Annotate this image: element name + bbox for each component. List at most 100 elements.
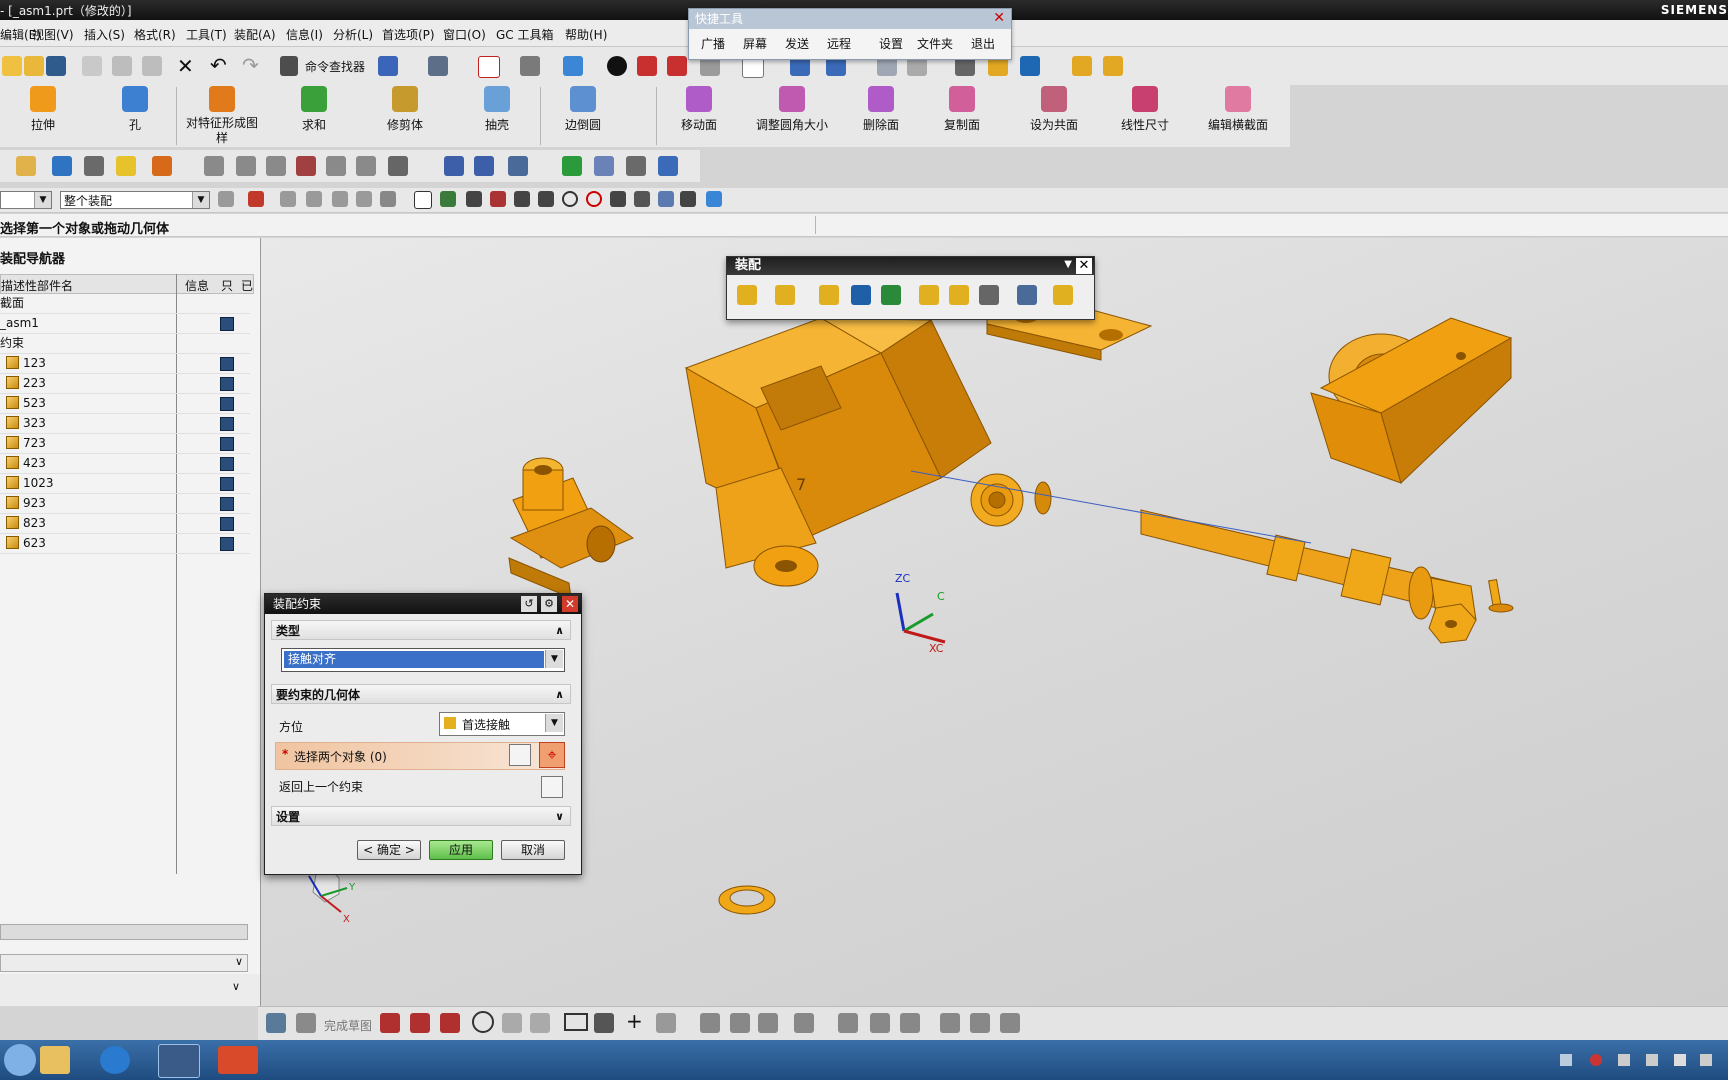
col-info[interactable]: 信息 — [185, 277, 209, 294]
edit-object-icon[interactable] — [428, 56, 448, 76]
tree-row-constraints[interactable]: 约束 — [0, 333, 250, 354]
nx-app-icon[interactable] — [158, 1044, 200, 1078]
tool-icon[interactable] — [84, 156, 104, 176]
gear-icon[interactable]: ⚙ — [541, 596, 557, 612]
horizontal-scrollbar[interactable] — [0, 924, 248, 940]
undo-icon[interactable]: ↶ — [210, 53, 227, 77]
select-box-icon[interactable] — [380, 191, 396, 207]
redo-icon[interactable]: ↷ — [242, 53, 259, 77]
snap-center-icon[interactable] — [562, 191, 578, 207]
corner-icon[interactable] — [758, 1013, 778, 1033]
curve-icon[interactable] — [296, 156, 316, 176]
analysis-icon[interactable] — [658, 156, 678, 176]
tree-row-part[interactable]: 623 — [0, 533, 250, 554]
fit-view-icon[interactable] — [478, 56, 500, 78]
part-bracket[interactable] — [1310, 317, 1513, 484]
reset-icon[interactable]: ↺ — [521, 596, 537, 612]
chevron-down-icon[interactable]: ▼ — [1064, 259, 1072, 270]
move-component-icon[interactable] — [881, 285, 901, 305]
measure-icon[interactable] — [1072, 56, 1092, 76]
red-box-icon[interactable] — [637, 56, 657, 76]
orientation-dropdown[interactable]: 首选接触 ▼ — [439, 712, 565, 736]
snap-icon[interactable] — [332, 191, 348, 207]
finish-sketch-icon[interactable] — [296, 1013, 316, 1033]
snap-icon[interactable] — [306, 191, 322, 207]
menu-help[interactable]: 帮助(H) — [565, 26, 607, 43]
extrude-button[interactable]: 拉伸 — [8, 86, 78, 133]
quick-remote-button[interactable]: 远程 — [827, 35, 851, 52]
constraint-icon[interactable] — [900, 1013, 920, 1033]
menu-info[interactable]: 信息(I) — [286, 26, 323, 43]
menu-gc-toolbox[interactable]: GC 工具箱 — [496, 26, 554, 43]
tree-row-part[interactable]: 423 — [0, 453, 250, 474]
tool-icon[interactable] — [52, 156, 72, 176]
menu-analysis[interactable]: 分析(L) — [333, 26, 373, 43]
finish-sketch-button[interactable]: 完成草图 — [324, 1017, 372, 1034]
polygon-icon[interactable] — [656, 1013, 676, 1033]
tray-icon[interactable] — [1618, 1054, 1630, 1066]
quick-folder-button[interactable]: 文件夹 — [917, 35, 953, 52]
sketch-icon[interactable] — [266, 1013, 286, 1033]
details-panel-toggle[interactable]: ∨ — [0, 954, 248, 972]
analysis-icon[interactable] — [508, 156, 528, 176]
shell-button[interactable]: 抽壳 — [462, 86, 532, 133]
analysis-icon[interactable] — [594, 156, 614, 176]
snap-icon[interactable] — [248, 191, 264, 207]
ok-button[interactable]: < 确定 > — [357, 840, 421, 860]
geometry-section-header[interactable]: 要约束的几何体 ∧ — [271, 684, 571, 704]
analysis-icon[interactable] — [474, 156, 494, 176]
replace-component-icon[interactable] — [949, 285, 969, 305]
circle-icon[interactable] — [472, 1011, 494, 1033]
part-main-body[interactable]: 7 — [684, 317, 1024, 587]
settings-section-header[interactable]: 设置 ∨ — [271, 806, 571, 826]
curve-icon[interactable] — [388, 156, 408, 176]
snap-icon[interactable] — [280, 191, 296, 207]
menu-window[interactable]: 窗口(O) — [443, 26, 486, 43]
analysis-icon[interactable] — [444, 156, 464, 176]
render-style-icon[interactable] — [520, 56, 540, 76]
part-bolt[interactable] — [1488, 578, 1514, 613]
command-finder-button[interactable]: 命令查找器 — [305, 58, 365, 75]
add-object-icon[interactable] — [509, 744, 531, 766]
back-constraint-icon[interactable] — [541, 776, 563, 798]
snap-mid-icon[interactable] — [490, 191, 506, 207]
quick-settings-button[interactable]: 设置 — [879, 35, 903, 52]
red-box2-icon[interactable] — [667, 56, 687, 76]
close-icon[interactable]: ✕ — [993, 10, 1005, 26]
start-icon[interactable] — [4, 1044, 36, 1076]
rectangle-icon[interactable] — [564, 1013, 588, 1031]
play-icon[interactable] — [1020, 56, 1040, 76]
dimension-icon[interactable] — [870, 1013, 890, 1033]
cut-icon[interactable] — [82, 56, 102, 76]
snap-point-icon[interactable] — [414, 191, 432, 209]
ruler-icon[interactable] — [1103, 56, 1123, 76]
save-icon[interactable] — [46, 56, 66, 76]
type-section-header[interactable]: 类型 ∧ — [271, 620, 571, 640]
crosshair-icon[interactable]: ⌖ — [539, 742, 565, 768]
delete-face-button[interactable]: 删除面 — [846, 86, 916, 133]
type-filter-dropdown[interactable]: ▼ — [0, 191, 52, 209]
offset-icon[interactable] — [794, 1013, 814, 1033]
copy-face-button[interactable]: 复制面 — [927, 86, 997, 133]
filter-icon[interactable] — [218, 191, 234, 207]
wave-link-icon[interactable] — [979, 285, 999, 305]
cancel-button[interactable]: 取消 — [501, 840, 565, 860]
snap-control-icon[interactable] — [514, 191, 530, 207]
relation-icon[interactable] — [1000, 1013, 1020, 1033]
tool-icon[interactable] — [116, 156, 136, 176]
part-clamp-small[interactable] — [508, 457, 635, 599]
tool-icon[interactable] — [16, 156, 36, 176]
snap-point-on-icon[interactable] — [610, 191, 626, 207]
tray-record-icon[interactable] — [1590, 1054, 1602, 1066]
tree-row-part[interactable]: 523 — [0, 393, 250, 414]
open-folder-icon[interactable] — [24, 56, 44, 76]
new-file-icon[interactable] — [2, 56, 22, 76]
menu-preferences[interactable]: 首选项(P) — [382, 26, 435, 43]
selection-scope-dropdown[interactable]: 整个装配 ▼ — [60, 191, 210, 209]
apply-button[interactable]: 应用 — [429, 840, 493, 860]
relation-icon[interactable] — [940, 1013, 960, 1033]
arc-icon[interactable] — [440, 1013, 460, 1033]
preview-panel-toggle[interactable]: ∨ — [0, 974, 261, 1006]
linear-dimension-button[interactable]: 线性尺寸 — [1110, 86, 1180, 133]
explorer-icon[interactable] — [40, 1046, 70, 1074]
